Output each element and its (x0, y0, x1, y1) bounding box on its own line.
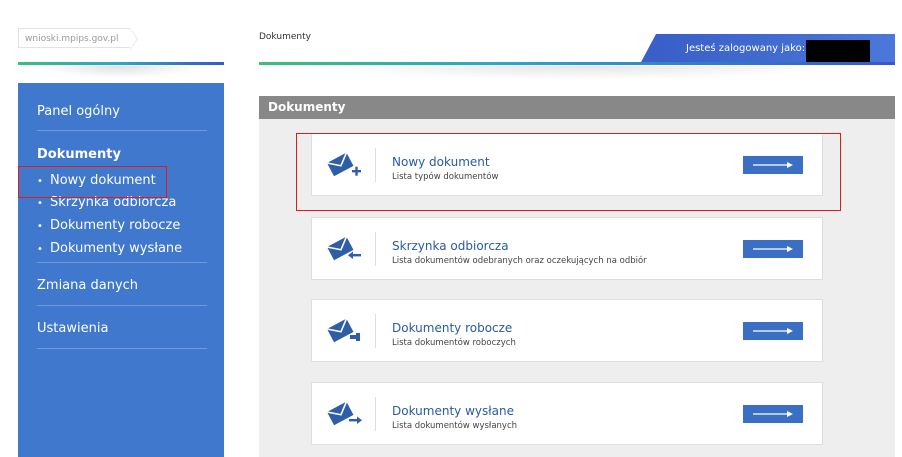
card-subtitle: Lista dokumentów wysłanych (392, 421, 518, 431)
envelope-inbox-icon (326, 234, 362, 264)
breadcrumb: Dokumenty (259, 32, 311, 42)
arrow-right-icon (753, 328, 793, 334)
highlight-box-sidebar (18, 166, 167, 198)
bullet-icon: • (37, 198, 43, 209)
card-skrzynka-odbiorcza[interactable]: Skrzynka odbiorcza Lista dokumentów odeb… (311, 217, 823, 280)
sidebar-subitem-wyslane[interactable]: • Dokumenty wysłane (37, 241, 182, 256)
go-button[interactable] (743, 405, 803, 423)
arrow-right-icon (753, 411, 793, 417)
header-shadow (320, 66, 840, 80)
bullet-icon: • (37, 221, 43, 232)
card-subtitle: Lista dokumentów roboczych (392, 338, 516, 348)
card-title: Dokumenty wysłane (392, 404, 514, 418)
card-title: Dokumenty robocze (392, 321, 513, 335)
bullet-icon: • (37, 244, 43, 255)
sidebar-item-ustawienia[interactable]: Ustawienia (37, 321, 108, 336)
user-bar: Jesteś zalogowany jako: (640, 34, 895, 64)
logged-in-label: Jesteś zalogowany jako: (686, 43, 806, 54)
arrow-right-icon (753, 246, 793, 252)
header-divider (259, 62, 895, 65)
sidebar-separator (37, 348, 207, 349)
highlight-box-card (296, 133, 841, 211)
left-divider (18, 62, 224, 65)
sidebar-separator (37, 305, 207, 306)
sidebar-separator (37, 262, 207, 263)
envelope-draft-icon (326, 316, 362, 346)
site-domain: wnioski.mpips.gov.pl (25, 34, 119, 44)
subitem-label: Dokumenty robocze (50, 218, 181, 233)
sidebar-item-zmiana-danych[interactable]: Zmiana danych (37, 278, 138, 293)
card-subtitle: Lista dokumentów odebranych oraz oczekuj… (392, 256, 647, 266)
sidebar-subitem-robocze[interactable]: • Dokumenty robocze (37, 218, 180, 233)
sidebar-item-panel[interactable]: Panel ogólny (37, 104, 120, 119)
go-button[interactable] (743, 322, 803, 340)
card-dokumenty-wyslane[interactable]: Dokumenty wysłane Lista dokumentów wysła… (311, 382, 823, 445)
page-title: Dokumenty (259, 96, 895, 119)
card-dokumenty-robocze[interactable]: Dokumenty robocze Lista dokumentów roboc… (311, 299, 823, 362)
subitem-label: Dokumenty wysłane (50, 241, 183, 256)
left-shadow (40, 66, 200, 78)
card-title: Skrzynka odbiorcza (392, 239, 509, 253)
sidebar-item-dokumenty[interactable]: Dokumenty (37, 147, 121, 162)
sidebar: Panel ogólny Dokumenty • Nowy dokument • S… (18, 83, 224, 457)
go-button[interactable] (743, 240, 803, 258)
redacted-username (806, 40, 870, 62)
sidebar-separator (37, 130, 207, 131)
site-domain-tag: wnioski.mpips.gov.pl (18, 28, 138, 50)
envelope-sent-icon (326, 399, 362, 429)
